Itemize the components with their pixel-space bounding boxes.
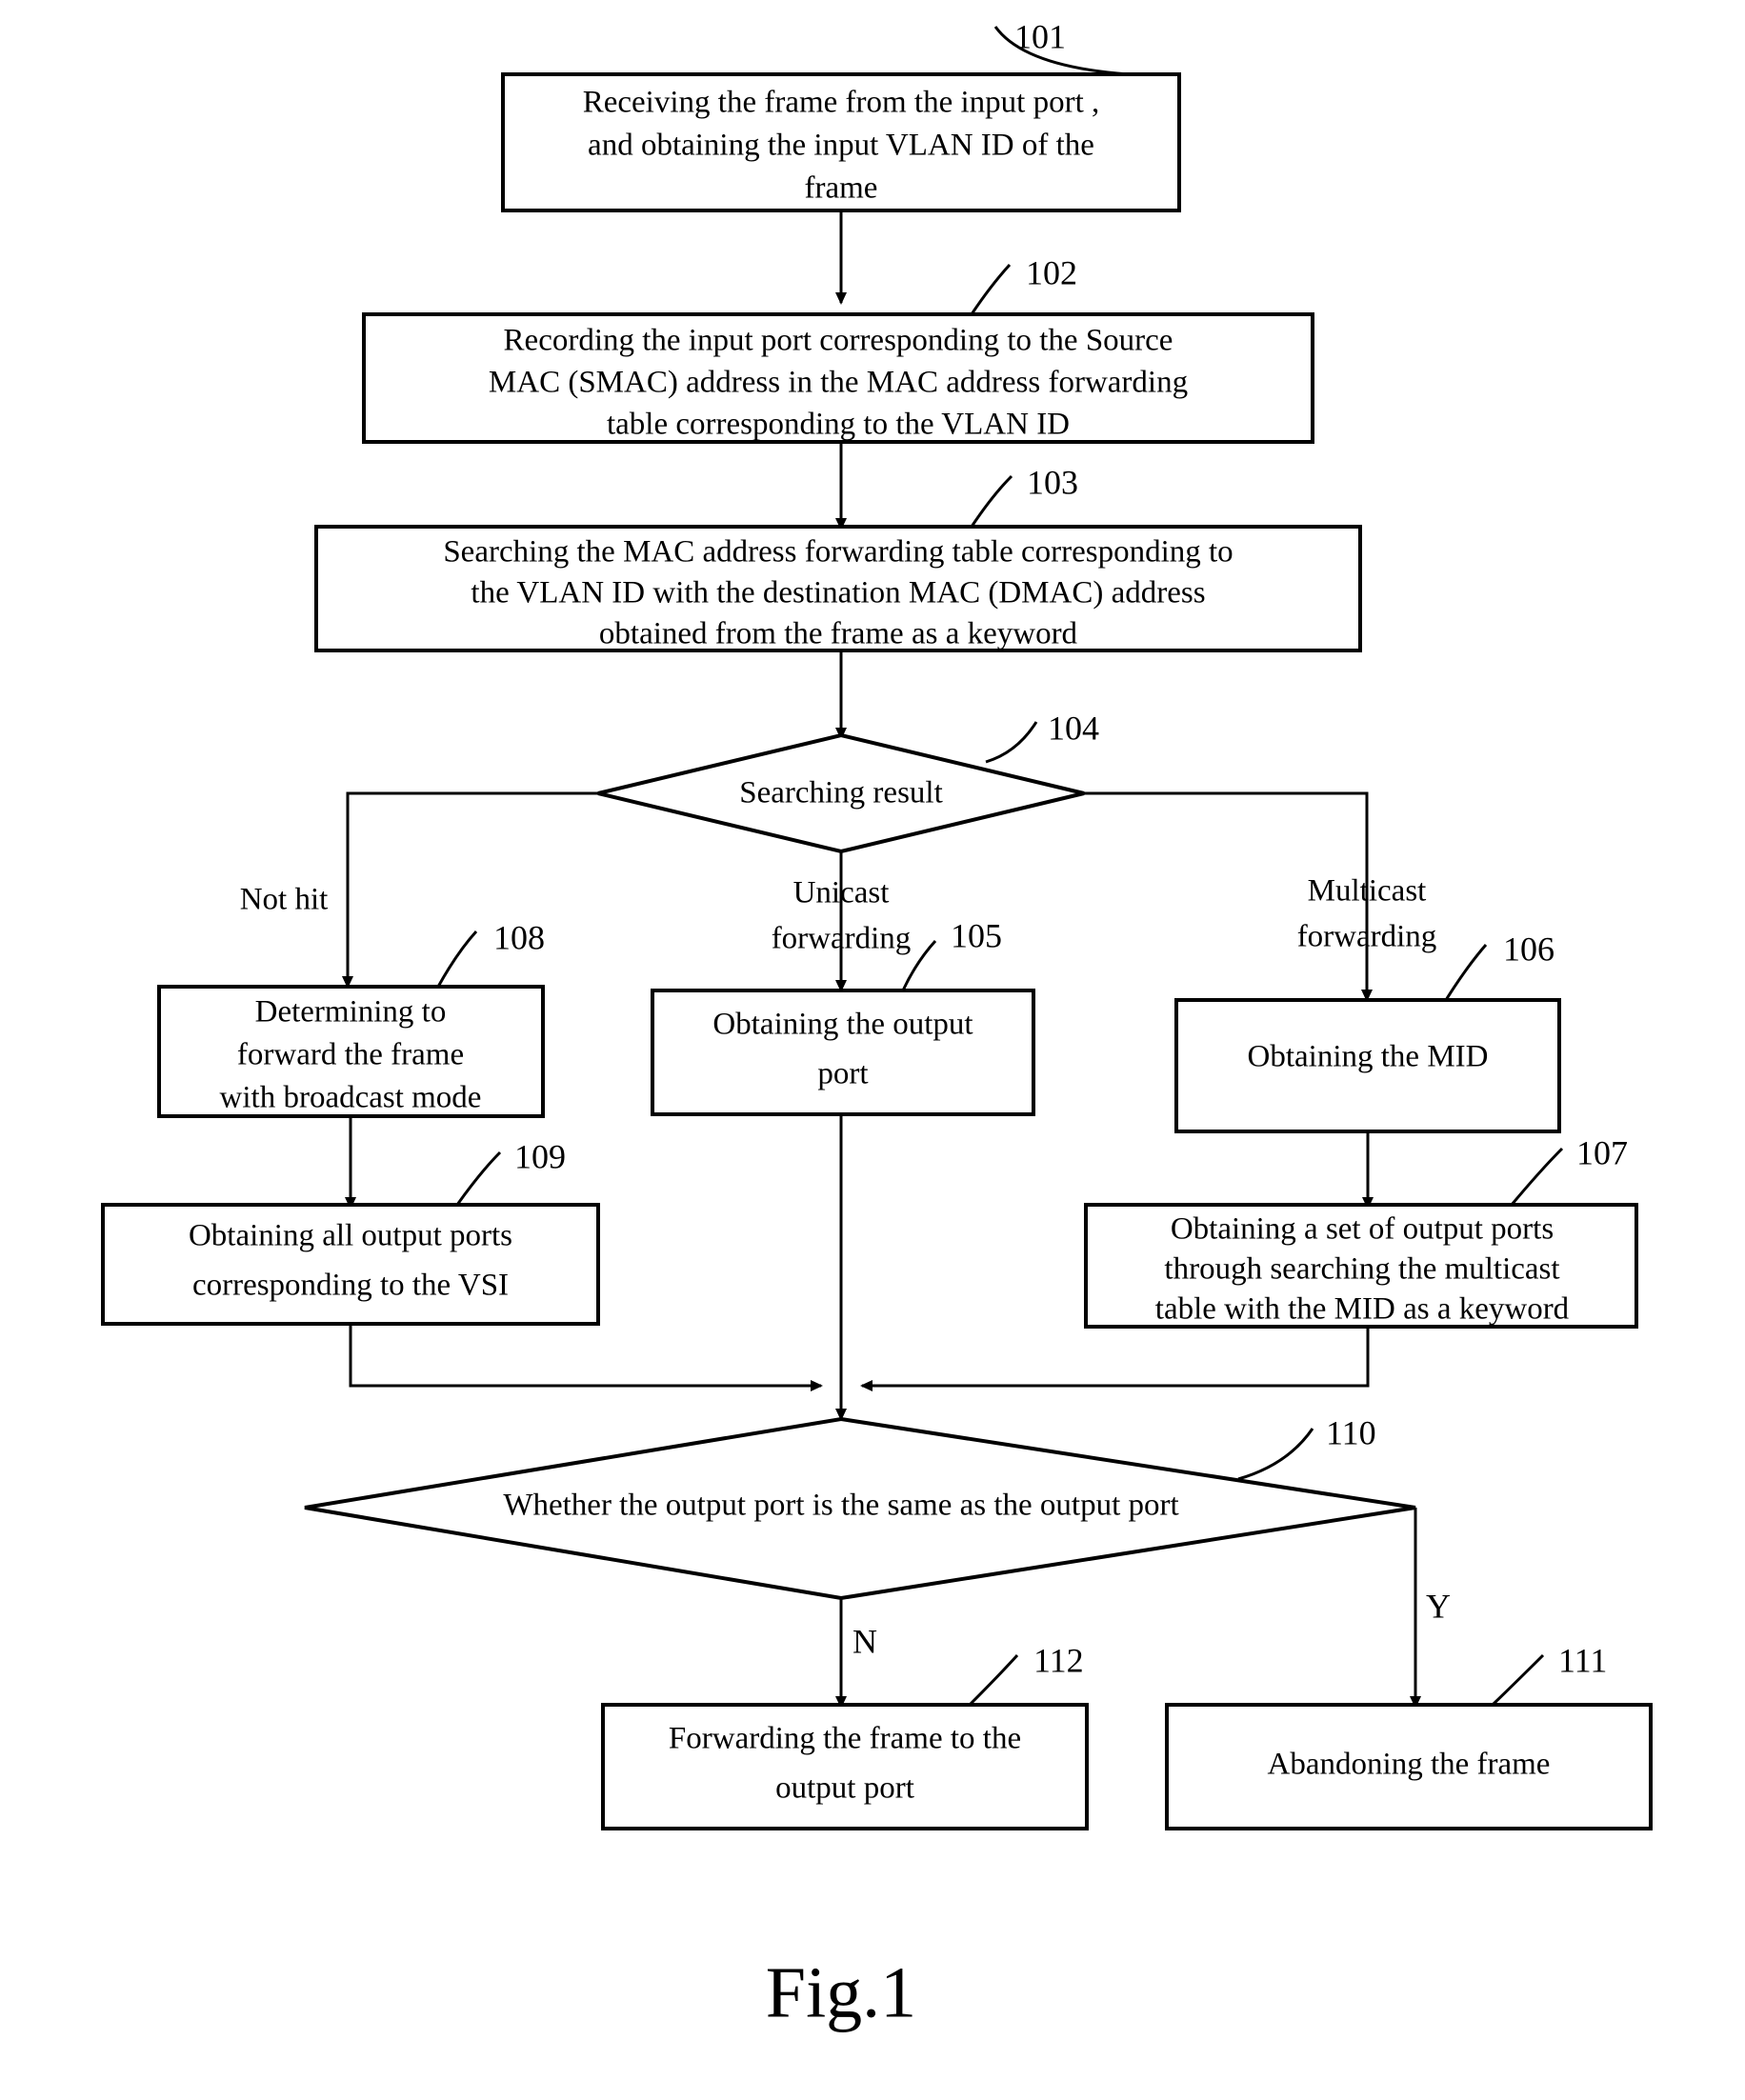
node-101-receive-frame: Receiving the frame from the input port … — [501, 72, 1181, 212]
node-106-label: Obtaining the MID — [1248, 1040, 1489, 1074]
ref-num-110: 110 — [1326, 1413, 1376, 1451]
node-108-line-3: with broadcast mode — [220, 1081, 482, 1115]
node-102-record-input-port: Recording the input port corresponding t… — [362, 312, 1314, 444]
node-112-line-1: Forwarding the frame to the — [669, 1722, 1021, 1756]
node-105-obtain-output-port: Obtaining the output port — [651, 989, 1035, 1116]
edge-109-to-merge — [349, 1324, 823, 1391]
node-109-line-2: corresponding to the VSI — [192, 1269, 509, 1303]
node-108-line-2: forward the frame — [237, 1038, 464, 1072]
leader-103 — [970, 474, 1013, 528]
node-102-line-2: MAC (SMAC) address in the MAC address fo… — [489, 366, 1188, 400]
edge-label-multicast-1: Multicast — [1308, 874, 1427, 909]
figure-page: Receiving the frame from the input port … — [0, 0, 1745, 2100]
leader-107 — [1510, 1147, 1564, 1206]
node-105-line-1: Obtaining the output — [712, 1008, 973, 1042]
node-103-search-table: Searching the MAC address forwarding tab… — [314, 525, 1362, 652]
edge-label-unicast-2: forwarding — [772, 922, 912, 956]
ref-num-111: 111 — [1558, 1641, 1607, 1679]
edge-label-multicast-2: forwarding — [1297, 920, 1437, 954]
ref-num-107: 107 — [1576, 1133, 1628, 1171]
ref-num-105: 105 — [951, 916, 1002, 954]
node-108-line-1: Determining to — [255, 995, 447, 1030]
edge-104-not-hit — [342, 791, 598, 989]
ref-num-103: 103 — [1027, 463, 1078, 501]
node-106-obtain-mid: Obtaining the MID — [1174, 998, 1561, 1133]
leader-109 — [455, 1150, 502, 1206]
node-109-line-1: Obtaining all output ports — [189, 1219, 512, 1253]
node-103-line-1: Searching the MAC address forwarding tab… — [443, 535, 1233, 570]
node-107-set-of-output-ports: Obtaining a set of output ports through … — [1084, 1203, 1638, 1329]
node-111-abandon-frame: Abandoning the frame — [1165, 1703, 1653, 1830]
leader-111 — [1491, 1653, 1545, 1707]
leader-104 — [985, 721, 1038, 764]
node-104-searching-result: Searching result — [597, 732, 1085, 854]
node-101-line-2: and obtaining the input VLAN ID of the — [588, 129, 1094, 163]
ref-num-106: 106 — [1503, 930, 1554, 968]
figure-caption: Fig.1 — [766, 1952, 916, 2032]
node-102-line-1: Recording the input port corresponding t… — [504, 324, 1173, 358]
node-109-all-output-ports: Obtaining all output ports corresponding… — [101, 1203, 600, 1326]
node-111-label: Abandoning the frame — [1268, 1748, 1551, 1782]
edge-107-to-merge — [860, 1327, 1370, 1391]
node-101-line-1: Receiving the frame from the input port … — [583, 86, 1100, 120]
ref-num-112: 112 — [1033, 1641, 1084, 1679]
node-107-line-2: through searching the multicast — [1164, 1252, 1559, 1287]
leader-102 — [970, 263, 1012, 315]
leader-108 — [436, 930, 478, 988]
node-110-label: Whether the output port is the same as t… — [503, 1489, 1178, 1523]
node-107-line-3: table with the MID as a keyword — [1155, 1292, 1570, 1327]
node-110-same-output-port: Whether the output port is the same as t… — [304, 1416, 1416, 1601]
ref-num-109: 109 — [514, 1137, 566, 1175]
edge-label-no: N — [852, 1622, 877, 1660]
flowchart-svg: Receiving the frame from the input port … — [101, 17, 1653, 2032]
node-102-line-3: table corresponding to the VLAN ID — [607, 408, 1070, 442]
edge-label-unicast-1: Unicast — [793, 876, 890, 910]
leader-112 — [968, 1653, 1019, 1707]
node-112-forward-frame: Forwarding the frame to the output port — [601, 1703, 1089, 1830]
node-104-label: Searching result — [739, 776, 943, 810]
node-103-line-3: obtained from the frame as a keyword — [599, 617, 1078, 651]
ref-num-104: 104 — [1048, 709, 1099, 747]
edge-label-not-hit: Not hit — [240, 883, 329, 917]
node-105-line-2: port — [817, 1057, 868, 1091]
node-112-line-2: output port — [775, 1771, 914, 1806]
leader-106 — [1444, 944, 1488, 1001]
edge-label-yes: Y — [1426, 1587, 1451, 1625]
node-103-line-2: the VLAN ID with the destination MAC (DM… — [471, 576, 1205, 610]
node-108-broadcast-mode: Determining to forward the frame with br… — [157, 985, 545, 1118]
node-101-line-3: frame — [805, 171, 878, 206]
ref-num-101: 101 — [1014, 17, 1066, 55]
ref-num-102: 102 — [1026, 253, 1077, 291]
node-107-line-1: Obtaining a set of output ports — [1171, 1212, 1554, 1247]
leader-110 — [1237, 1428, 1314, 1481]
ref-num-108: 108 — [493, 918, 545, 956]
